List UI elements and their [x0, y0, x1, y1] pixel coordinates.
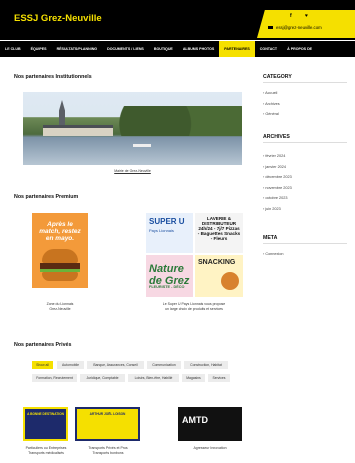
sidebar-archive-1[interactable]: › janvier 2024	[263, 165, 286, 169]
prive-caption-1a: Particuliers ou Entreprises	[25, 446, 67, 450]
nature-logo: Nature de Grez	[149, 263, 190, 287]
burger-bun-bottom	[42, 272, 78, 281]
boat-shape	[133, 144, 151, 147]
sidebar-archive-4[interactable]: › octobre 2023	[263, 196, 288, 200]
laverie-text: LAVERIE & DISTRIBUTEUR 24h/24 - 7j/7 Piz…	[197, 216, 241, 241]
nav-item-8[interactable]: À PROPOS DE	[282, 41, 317, 57]
prive-tile-2[interactable]: ARTHUR JOËL LOISON	[75, 407, 140, 441]
sidebar-archive-0[interactable]: › février 2024	[263, 154, 285, 158]
nav-item-0[interactable]: LE CLUB	[0, 41, 26, 57]
nav-item-4[interactable]: BOUTIQUE	[149, 41, 178, 57]
divider	[263, 142, 347, 143]
sidebar-category-label: Accueil	[265, 91, 278, 95]
prive-tile-2-text: ARTHUR JOËL LOISON	[89, 412, 126, 416]
divider	[263, 243, 347, 244]
card-footer	[32, 288, 88, 297]
snacking-panel: SNACKING	[195, 255, 243, 297]
trees-shape	[118, 106, 242, 136]
prive-tile-3-text: AMTD	[182, 415, 208, 425]
filter-construction[interactable]: Construction, Habitat	[184, 361, 228, 369]
nav-item-6[interactable]: PARTENAIRES	[219, 41, 255, 57]
sidebar-archive-5[interactable]: › juin 2023	[263, 207, 281, 211]
sidebar-meta-label: Connexion	[265, 252, 284, 256]
nav-item-7[interactable]: CONTACT	[255, 41, 282, 57]
pizza-shape	[221, 272, 239, 290]
prive-tile-3[interactable]: AMTD	[178, 407, 242, 441]
nature-panel: Nature de Grez FLEURISTE - DÉCO	[146, 255, 193, 297]
sidebar-meta-title: META	[263, 235, 278, 241]
burger-bun-top	[42, 249, 78, 263]
email-text: essj@grez-neuville.com	[276, 25, 322, 30]
divider	[263, 82, 347, 83]
sidebar-archive-label: décembre 2023	[265, 175, 292, 179]
prive-tile-1-text: A BONNE DESTINATION	[27, 412, 64, 416]
sidebar-archive-label: novembre 2023	[265, 185, 292, 190]
nav-item-1[interactable]: ÉQUIPES	[26, 41, 52, 57]
filter-formation[interactable]: Formation, Recrutement	[32, 374, 77, 382]
premium-caption-2b: un large choix de produits et services	[165, 307, 223, 311]
filter-loisirs[interactable]: Loisirs, Bien-être, Habillé	[128, 374, 179, 382]
sidebar-archive-label: octobre 2023	[265, 196, 288, 200]
hero-caption[interactable]: Mairie de Grez-Neuville	[23, 169, 242, 173]
sidebar-archive-label: janvier 2024	[265, 164, 287, 169]
sidebar-category-2[interactable]: › Général	[263, 112, 279, 116]
sidebar-archive-label: février 2024	[265, 154, 286, 158]
filter-banque[interactable]: Banque, Assurances, Conseil	[87, 361, 144, 369]
filter-automobile[interactable]: Automobile	[57, 361, 84, 369]
nature-sub: FLEURISTE - DÉCO	[149, 285, 185, 289]
prive-caption-2a: Transports Privés et Pros	[88, 446, 128, 450]
nav-item-5[interactable]: ALBUMS PHOTOS	[178, 41, 219, 57]
nav-item-3[interactable]: DOCUMENTS / LIENS	[102, 41, 149, 57]
institutional-title: Nos partenaires Institutionnels	[14, 74, 92, 80]
superu-logo: SUPER U	[149, 217, 185, 226]
main-nav: LE CLUB ÉQUIPES RÉSULTATS/PLANNING DOCUMENT…	[0, 41, 355, 57]
filter-juridique[interactable]: Juridique, Comptable	[80, 374, 125, 382]
premium-card-mcdo[interactable]: Après le match, restez en mayo.	[32, 213, 88, 297]
filter-magasins[interactable]: Magasins	[182, 374, 205, 382]
sidebar-category-1[interactable]: › Archives	[263, 102, 280, 106]
sidebar-archive-3[interactable]: › novembre 2023	[263, 186, 292, 190]
prive-caption-1b: Transports médicalisés	[28, 451, 64, 455]
prive-caption-3a: Agresseur Innovation	[193, 446, 227, 450]
sidebar-category-title: CATEGORY	[263, 74, 292, 80]
hero-image[interactable]	[23, 92, 242, 165]
mail-icon	[268, 25, 273, 30]
prive-tile-1[interactable]: A BONNE DESTINATION	[23, 407, 68, 441]
prives-title: Nos partenaires Privés	[14, 342, 72, 348]
premium-card-superu[interactable]: SUPER U Pays Lionnais LAVERIE & DISTRIBU…	[146, 213, 243, 297]
social-icons[interactable]: f ♥	[290, 13, 314, 19]
premium-caption-2a: Le Super U Pays Lionnais vous propose	[162, 302, 226, 306]
prive-caption-2b: Transports bonbons	[92, 451, 124, 455]
premium-caption-1b: Grez-Neuville	[49, 307, 71, 311]
sidebar-archive-label: juin 2023	[265, 206, 281, 211]
snacking-title: SNACKING	[198, 259, 236, 266]
sidebar-category-label: Archives	[265, 101, 280, 106]
laverie-panel: LAVERIE & DISTRIBUTEUR 24h/24 - 7j/7 Piz…	[195, 213, 243, 253]
filter-services[interactable]: Services	[208, 374, 230, 382]
sidebar-archive-2[interactable]: › décembre 2023	[263, 175, 292, 179]
sidebar-archives-title: ARCHIVES	[263, 134, 290, 140]
premium-caption-1a: Zone du Lionnais	[46, 302, 74, 306]
site-title[interactable]: ESSJ Grez-Neuville	[14, 13, 102, 24]
sidebar-meta-0[interactable]: › Connexion	[263, 252, 283, 256]
sidebar-category-0[interactable]: › Accueil	[263, 91, 277, 95]
sidebar-category-label: Général	[265, 112, 279, 116]
card-headline: Après le match, restez en mayo.	[39, 221, 81, 242]
nav-item-2[interactable]: RÉSULTATS/PLANNING	[52, 41, 103, 57]
filter-communication[interactable]: Communication	[147, 361, 181, 369]
filter-show-all[interactable]: Show all	[32, 361, 53, 369]
premium-title: Nos partenaires Premium	[14, 194, 79, 200]
superu-sub: Pays Lionnais	[149, 228, 174, 233]
email-link[interactable]: essj@grez-neuville.com	[268, 25, 322, 30]
houses-shape	[43, 128, 113, 136]
superu-panel: SUPER U Pays Lionnais	[146, 213, 193, 253]
